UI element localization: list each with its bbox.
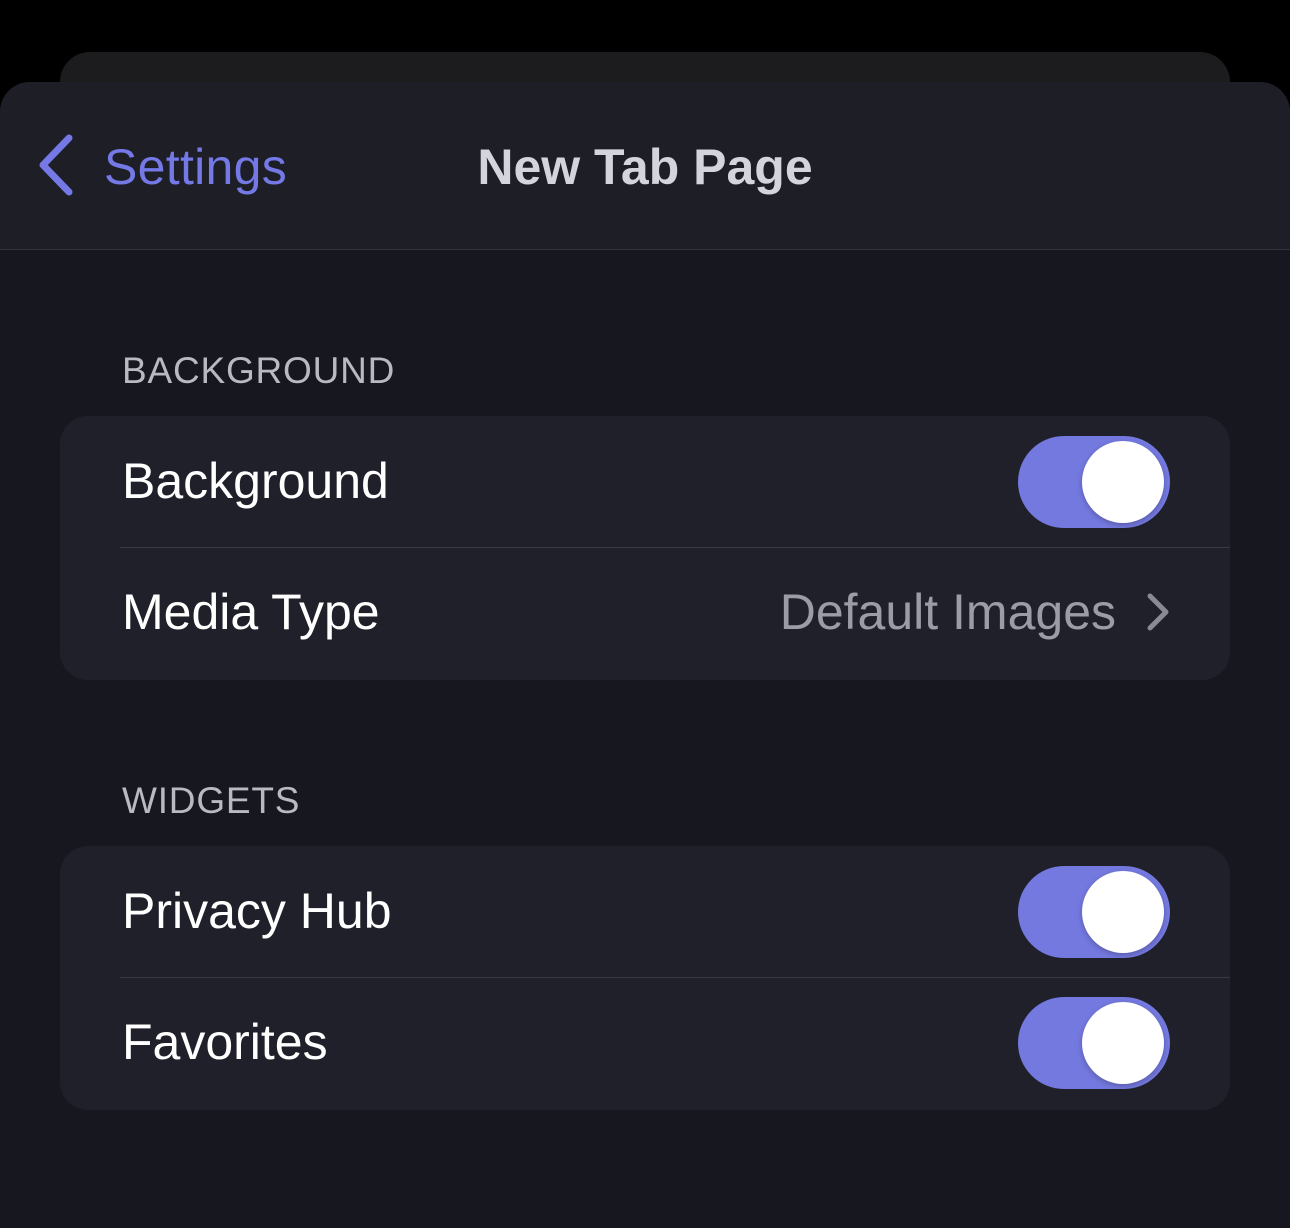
favorites-row[interactable]: Favorites [60,977,1230,1107]
section-header-background: BACKGROUND [122,350,396,391]
background-toggle[interactable] [1018,436,1170,528]
toggle-knob [1082,441,1164,523]
background-settings-group: Background Media Type Default Images [60,416,1230,680]
navigation-bar: Settings New Tab Page [0,82,1290,250]
toggle-knob [1082,871,1164,953]
media-type-value-wrap: Default Images [780,547,1170,677]
privacy-hub-toggle[interactable] [1018,866,1170,958]
favorites-label: Favorites [122,1014,328,1070]
privacy-hub-label: Privacy Hub [122,883,392,939]
media-type-label: Media Type [122,584,380,640]
widgets-settings-group: Privacy Hub Favorites [60,846,1230,1110]
background-row[interactable]: Background [60,416,1230,546]
favorites-toggle[interactable] [1018,997,1170,1089]
media-type-row[interactable]: Media Type Default Images [60,547,1230,677]
media-type-value: Default Images [779,584,1116,640]
privacy-hub-row[interactable]: Privacy Hub [60,846,1230,976]
settings-sheet: Settings New Tab Page BACKGROUND Backgro… [0,82,1290,1228]
background-label: Background [122,453,389,509]
chevron-right-icon [1146,592,1170,632]
page-title: New Tab Page [477,139,813,195]
section-header-widgets: WIDGETS [122,780,301,821]
toggle-knob [1082,1002,1164,1084]
